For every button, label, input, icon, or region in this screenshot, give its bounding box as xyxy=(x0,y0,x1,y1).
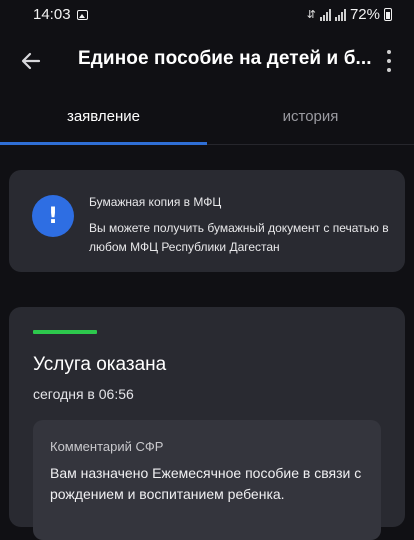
comment-text: Вам назначено Ежемесячное пособие в связ… xyxy=(50,465,362,502)
more-vert-icon[interactable] xyxy=(384,50,394,72)
info-card-title: Бумажная копия в МФЦ xyxy=(89,195,222,209)
vibrate-icon: ⇵ xyxy=(306,9,316,21)
status-right: ⇵ 72% xyxy=(307,6,392,23)
status-date: сегодня в 06:56 xyxy=(33,386,134,402)
status-time: 14:03 xyxy=(33,6,71,23)
active-tab-indicator xyxy=(0,142,207,145)
status-bar: 14:03 ⇵ 72% xyxy=(0,0,414,32)
tab-application[interactable]: заявление xyxy=(0,98,207,142)
tab-bar: заявление история xyxy=(0,98,414,145)
page-title: Единое пособие на детей и б... xyxy=(78,48,372,69)
app-bar: Единое пособие на детей и б... xyxy=(0,38,414,84)
signal-icon xyxy=(319,8,346,21)
gallery-icon xyxy=(77,10,88,20)
status-progress-bar xyxy=(33,330,97,334)
status-title: Услуга оказана xyxy=(33,354,167,375)
battery-percent: 72% xyxy=(349,6,380,23)
tab-history[interactable]: история xyxy=(207,98,414,142)
back-arrow-icon[interactable] xyxy=(18,48,44,74)
comment-box: Комментарий СФР Вам назначено Ежемесячно… xyxy=(33,420,381,540)
exclamation-icon: ! xyxy=(32,195,74,237)
tab-application-label: заявление xyxy=(66,108,141,125)
service-status-card: Услуга оказана сегодня в 06:56 Комментар… xyxy=(9,307,405,540)
tab-history-label: история xyxy=(282,108,339,125)
paper-copy-info-card: ! Бумажная копия в МФЦ Вы можете получит… xyxy=(9,170,405,272)
info-card-text: Вы можете получить бумажный документ с п… xyxy=(89,221,389,254)
battery-icon xyxy=(384,8,392,21)
comment-label: Комментарий СФР xyxy=(50,439,164,454)
